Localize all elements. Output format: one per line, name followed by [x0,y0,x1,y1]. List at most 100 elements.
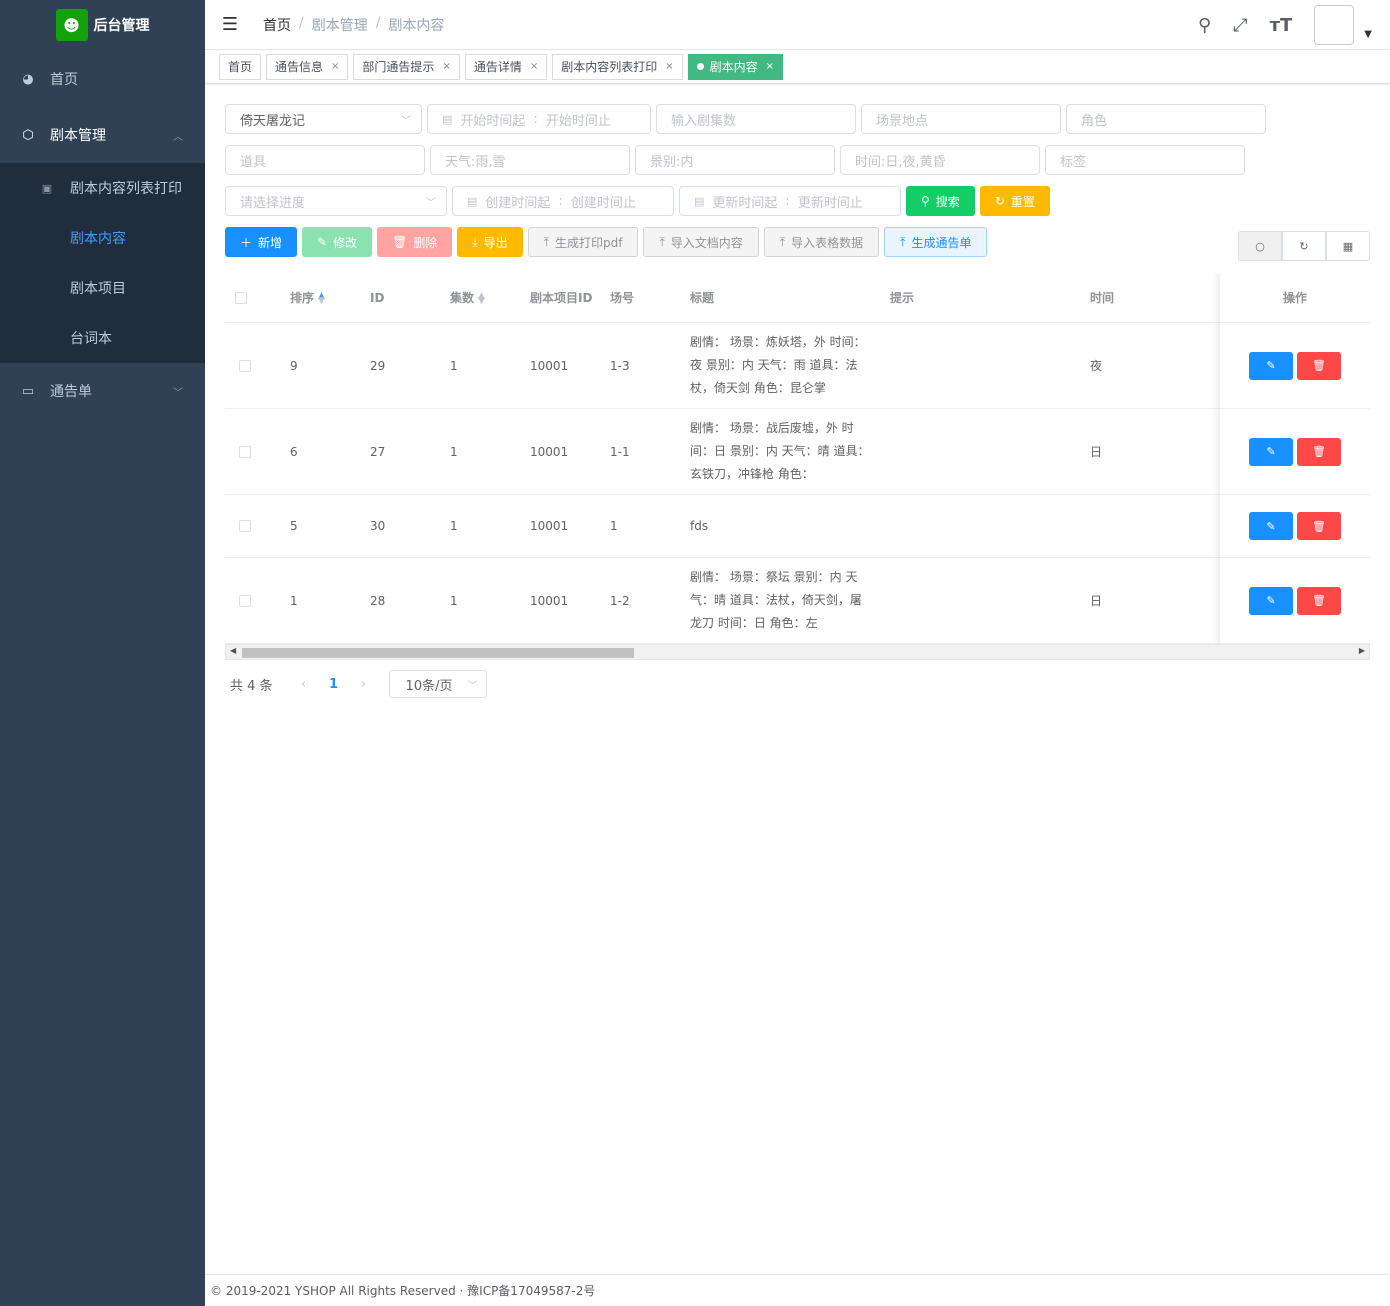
row-edit-button[interactable]: ✎ [1249,437,1293,466]
filter-row-2: 道具 天气:雨,雪 景别:内 时间:日,夜,黄昏 标签 [225,145,1370,175]
edit-icon: ✎ [1266,359,1276,372]
sidebar-item-label: 首页 [50,72,78,88]
button-label: 生成打印pdf [555,235,623,250]
scrollbar-thumb[interactable] [242,648,634,658]
close-icon[interactable]: × [530,61,538,72]
gen-notice-button[interactable]: ⤒ 生成通告单 [884,227,988,257]
import-doc-button[interactable]: ⤒ 导入文档内容 [643,227,759,257]
horizontal-scrollbar[interactable]: ◀ ▶ [225,644,1370,660]
location-input[interactable]: 场景地点 [861,104,1061,134]
close-icon[interactable]: × [665,61,673,72]
update-time-range[interactable]: ▤ 更新时间起: 更新时间止 [679,186,901,216]
chevron-down-icon: ﹀ [426,197,436,209]
caret-down-icon[interactable]: ▼ [1364,29,1372,40]
scene-type-input[interactable]: 景别:内 [635,145,835,175]
tag-script-content[interactable]: 剧本内容 × [687,53,784,80]
cell-sort: 1 [290,593,298,608]
sort-icon[interactable]: ▲ ▼ [318,291,325,305]
row-checkbox[interactable] [239,445,251,458]
tag-home[interactable]: 首页 [219,53,262,80]
header-sort[interactable]: 排序 ▲ ▼ [290,289,370,306]
close-icon[interactable]: × [766,61,774,72]
sidebar-item-lines-book[interactable]: 台词本 [0,313,205,363]
close-icon[interactable]: × [331,61,339,72]
breadcrumb-home[interactable]: 首页 [263,15,291,35]
prev-page-icon[interactable]: ‹ [289,677,319,692]
row-checkbox[interactable] [239,359,251,372]
export-button[interactable]: ⤓ 导出 [457,227,523,257]
row-checkbox-cell [225,359,290,372]
time-input[interactable]: 时间:日,夜,黄昏 [840,145,1040,175]
row-delete-button[interactable]: 🗑 [1297,586,1341,615]
refresh-icon[interactable]: ↻ [1282,231,1326,261]
table-row[interactable]: 9 29 1 10001 1-3 剧情： 场景：炼妖塔，外 时间：夜 景别：内 … [225,323,1370,409]
content: 倚天屠龙记 ﹀ ▤ 开始时间起: 开始时间止 输入剧集数 场景地点 角色 道具 天气:… [205,84,1390,718]
gen-pdf-button[interactable]: ⤒ 生成打印pdf [527,227,639,257]
app-title: 后台管理 [93,18,150,34]
reset-button[interactable]: ↻ 重置 [979,186,1050,216]
progress-select[interactable]: 请选择进度 ﹀ [225,186,447,216]
sidebar-item-script-project[interactable]: 剧本项目 [0,263,205,313]
columns-icon[interactable]: ▦ [1326,231,1370,261]
row-edit-button[interactable]: ✎ [1249,351,1293,380]
scroll-right-icon[interactable]: ▶ [1359,646,1365,655]
delete-button[interactable]: 🗑 删除 [377,227,453,257]
page-size-select[interactable]: 10条/页 ﹀ [388,670,487,698]
fullscreen-icon[interactable]: ⤢ [1233,15,1247,36]
hamburger-icon[interactable]: ☰ [205,14,255,35]
row-checkbox[interactable] [239,520,251,532]
row-delete-button[interactable]: 🗑 [1297,351,1341,380]
search-icon[interactable]: ⚲ [1198,15,1211,36]
tag-input[interactable]: 标签 [1045,145,1245,175]
page-number[interactable]: 1 [319,677,349,692]
table-header: 排序 ▲ ▼ ID 集数 ▲ ▼ 剧本项目ID 场号 标题 提示 时间 [225,273,1370,323]
table-row[interactable]: 6 27 1 10001 1-1 剧情： 场景：战后废墟，外 时间：日 景别：内… [225,409,1370,495]
font-size-icon[interactable]: тT [1270,15,1293,36]
sidebar-item-home[interactable]: ◕ 首页 [0,51,205,107]
tag-dept-notice[interactable]: 部门通告提示 × [353,53,460,80]
data-table: 排序 ▲ ▼ ID 集数 ▲ ▼ 剧本项目ID 场号 标题 提示 时间 9 29 1 1… [225,273,1370,644]
toggle-search-icon[interactable]: ○ [1238,231,1282,261]
logo[interactable]: ☻ 后台管理 [0,0,205,50]
add-button[interactable]: ＋ 新增 [225,227,298,257]
create-time-range[interactable]: ▤ 创建时间起: 创建时间止 [452,186,674,216]
header-episode[interactable]: 集数 ▲ ▼ [450,289,530,306]
header-label: 集数 [450,291,475,305]
role-input[interactable]: 角色 [1066,104,1266,134]
tag-label: 剧本内容列表打印 [561,60,658,74]
row-edit-button[interactable]: ✎ [1249,512,1293,540]
sidebar-item-notice[interactable]: ▭ 通告单 ﹀ [0,363,205,419]
avatar[interactable] [1314,5,1355,45]
cell-sort: 6 [290,444,298,459]
edit-button[interactable]: ✎ 修改 [302,227,373,257]
navbar: ☰ 首页 / 剧本管理 / 剧本内容 ⚲ ⤢ тT ▼ [205,0,1390,50]
cell-title: 剧情： 场景：战后废墟，外 时间：日 景别：内 天气：晴 道具：玄铁刀，冲锋枪 … [690,417,890,486]
import-sheet-button[interactable]: ⤒ 导入表格数据 [763,227,880,257]
sidebar-item-script-content[interactable]: 剧本内容 [0,213,205,263]
row-delete-button[interactable]: 🗑 [1297,437,1341,466]
sidebar-item-script-mgmt[interactable]: ⬡ 剧本管理 ︿ [0,107,205,163]
select-all-checkbox[interactable] [235,291,247,304]
search-button[interactable]: ⚲ 搜索 [906,186,975,216]
cell-time: 日 [1090,594,1103,608]
table-row[interactable]: 5 30 1 10001 1 fds [225,495,1370,558]
project-select[interactable]: 倚天屠龙记 ﹀ [225,104,422,134]
row-edit-button[interactable]: ✎ [1249,586,1293,615]
weather-input[interactable]: 天气:雨,雪 [430,145,630,175]
row-delete-button[interactable]: 🗑 [1297,512,1341,540]
tag-script-print[interactable]: 剧本内容列表打印 × [552,53,683,80]
row-checkbox[interactable] [239,594,251,607]
tag-notice-detail[interactable]: 通告详情 × [464,53,548,80]
range-separator: : [533,111,538,127]
start-time-range[interactable]: ▤ 开始时间起: 开始时间止 [427,104,651,134]
sort-icon[interactable]: ▲ ▼ [478,291,485,305]
scroll-left-icon[interactable]: ◀ [230,646,236,655]
sidebar-item-script-print[interactable]: ▣ 剧本内容列表打印 [0,163,205,213]
episode-input[interactable]: 输入剧集数 [656,104,856,134]
next-page-icon[interactable]: › [349,677,379,692]
close-icon[interactable]: × [442,61,450,72]
table-row[interactable]: 1 28 1 10001 1-2 剧情： 场景：祭坛 景别：内 天气：晴 道具：… [225,558,1370,644]
prop-input[interactable]: 道具 [225,145,425,175]
title-text: 剧情： 场景：祭坛 景别：内 天气：晴 道具：法杖，倚天剑，屠龙刀 时间：日 角… [690,570,862,630]
tag-notice-info[interactable]: 通告信息 × [266,53,349,80]
